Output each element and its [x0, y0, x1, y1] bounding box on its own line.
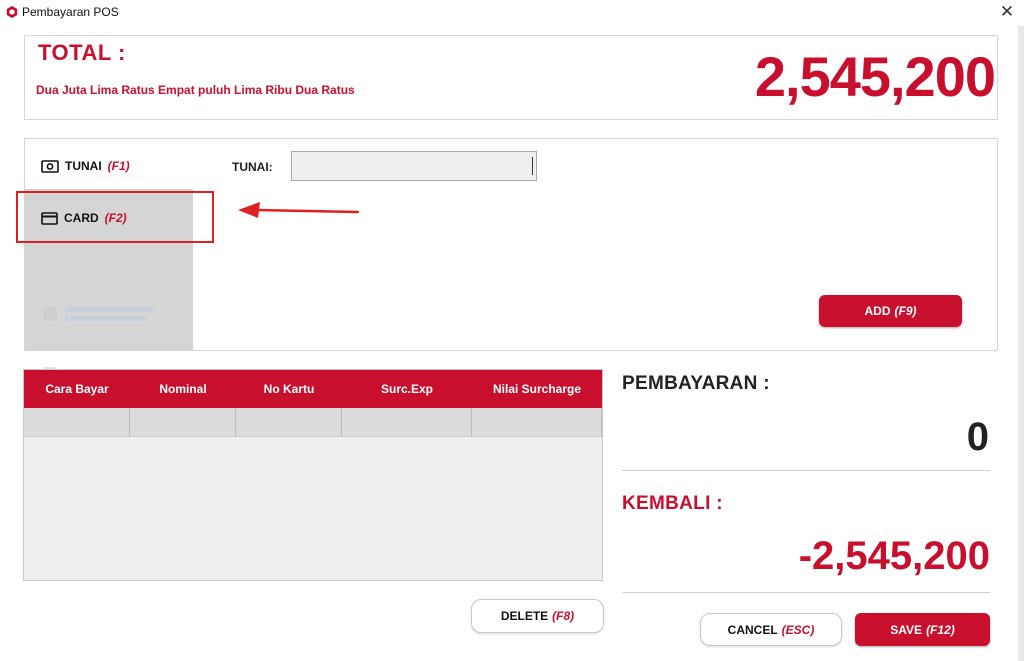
close-icon[interactable]: ✕: [1000, 2, 1014, 21]
window-title: Pembayaran POS: [22, 5, 119, 19]
column-header-nominal[interactable]: Nominal: [130, 370, 236, 408]
pembayaran-label: PEMBAYARAN :: [622, 373, 770, 394]
method-tunai-shortcut: (F1): [107, 159, 130, 173]
total-amount-words: Dua Juta Lima Ratus Empat puluh Lima Rib…: [36, 83, 355, 97]
close-button[interactable]: ✕: [998, 2, 1016, 22]
method-tunai-label: TUNAI: [65, 159, 102, 173]
table-cell[interactable]: [24, 408, 130, 437]
divider: [622, 470, 990, 471]
payments-table: Cara Bayar Nominal No Kartu Surc.Exp Nil…: [23, 369, 603, 581]
title-bar: Pembayaran POS ✕: [0, 0, 1024, 26]
table-cell[interactable]: [130, 408, 236, 437]
cancel-button-label[interactable]: CANCEL: [728, 623, 778, 637]
cash-icon: [41, 159, 59, 173]
column-header-no-kartu[interactable]: No Kartu: [236, 370, 342, 408]
text-caret: [532, 157, 533, 175]
add-button-label[interactable]: ADD: [865, 304, 891, 318]
tunai-input[interactable]: [291, 151, 537, 181]
delete-button[interactable]: DELETE (F8): [471, 599, 604, 633]
column-header-cara-bayar[interactable]: Cara Bayar: [24, 370, 130, 408]
save-button-shortcut[interactable]: (F12): [926, 623, 955, 637]
hexagon-logo-icon: [6, 6, 18, 18]
save-button[interactable]: SAVE (F12): [855, 613, 990, 646]
total-label: TOTAL :: [38, 40, 126, 65]
delete-button-shortcut[interactable]: (F8): [552, 609, 574, 623]
method-tunai[interactable]: TUNAI (F1): [41, 159, 130, 173]
total-amount: 2,545,200: [754, 45, 996, 108]
table-row[interactable]: [24, 408, 602, 437]
cancel-button-shortcut[interactable]: (ESC): [782, 623, 815, 637]
kembali-label: KEMBALI :: [622, 493, 723, 514]
table-header: Cara Bayar Nominal No Kartu Surc.Exp Nil…: [24, 370, 602, 408]
payment-dialog: Pembayaran POS ✕ TOTAL : Dua Juta Lima R…: [0, 0, 1024, 661]
table-cell[interactable]: [236, 408, 342, 437]
divider: [622, 592, 990, 593]
add-button[interactable]: ADD (F9): [819, 295, 962, 327]
arrow-left-icon: [238, 202, 360, 218]
window-edge: [1018, 26, 1024, 661]
blurred-method-item: [43, 307, 155, 321]
table-cell[interactable]: [342, 408, 472, 437]
highlight-annotation-box: [16, 191, 214, 243]
column-header-surc-exp[interactable]: Surc.Exp: [342, 370, 472, 408]
kembali-value: -2,545,200: [798, 534, 990, 578]
cancel-button[interactable]: CANCEL (ESC): [700, 613, 842, 646]
save-button-label[interactable]: SAVE: [890, 623, 922, 637]
add-button-shortcut[interactable]: (F9): [895, 304, 917, 318]
delete-button-label[interactable]: DELETE: [501, 609, 548, 623]
pembayaran-value: 0: [966, 415, 989, 459]
table-cell[interactable]: [472, 408, 602, 437]
tunai-field-label: TUNAI:: [232, 160, 273, 174]
total-panel: TOTAL : Dua Juta Lima Ratus Empat puluh …: [24, 35, 998, 120]
column-header-nilai-surcharge[interactable]: Nilai Surcharge: [472, 370, 602, 408]
